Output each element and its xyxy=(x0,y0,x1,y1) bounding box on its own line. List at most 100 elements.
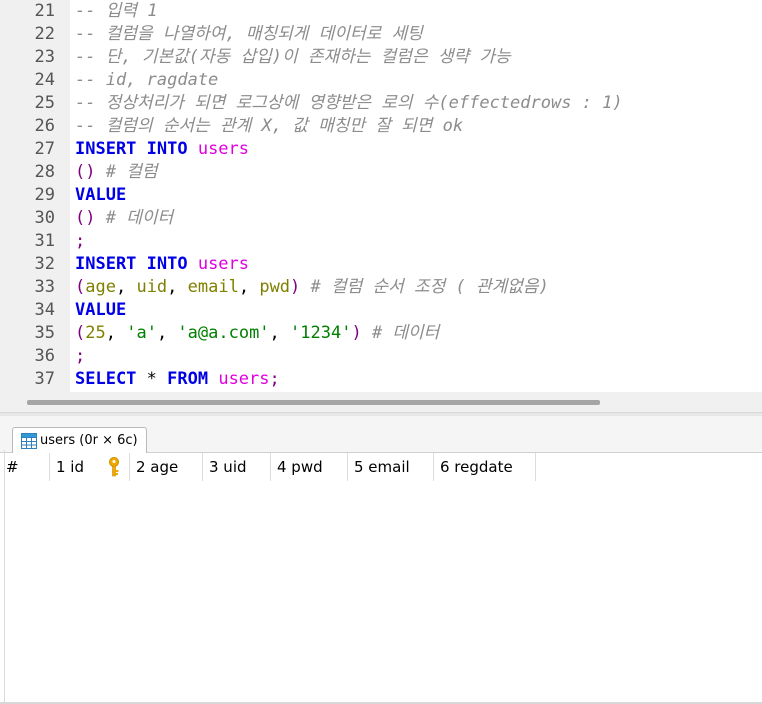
code-line: 34 VALUE xyxy=(0,299,762,322)
line-number: 28 xyxy=(34,162,55,182)
code-token: uid xyxy=(136,277,168,297)
code-token: , xyxy=(156,323,178,343)
code-comment: -- 컬럼의 순서는 관계 X, 값 매칭만 잘 되면 ok xyxy=(75,116,464,136)
column-header-label: 3 uid xyxy=(209,458,247,476)
code-text: ; xyxy=(75,230,85,253)
line-number: 29 xyxy=(34,185,55,205)
line-number: 34 xyxy=(34,300,55,320)
code-token: pwd xyxy=(259,277,291,297)
code-token: , xyxy=(238,277,260,297)
result-tab-label: users (0r × 6c) xyxy=(40,433,138,448)
line-number: 35 xyxy=(34,323,55,343)
column-header[interactable]: 1 id xyxy=(50,453,130,481)
code-token: age xyxy=(85,277,116,297)
code-comment: # 데이터 xyxy=(371,323,440,343)
code-line: 23 -- 단, 기본값(자동 삽입)이 존재하는 컬럼은 생략 가능 xyxy=(0,46,762,69)
code-line: 33 (age, uid, email, pwd) # 컬럼 순서 조정 ( 관계… xyxy=(0,276,762,299)
line-number: 30 xyxy=(34,208,55,228)
sql-keyword: VALUE xyxy=(75,300,127,320)
scrollbar-thumb[interactable] xyxy=(27,400,600,405)
column-header[interactable]: 3 uid xyxy=(203,453,271,481)
sql-editor[interactable]: 21 -- 입력 1 22 -- 컬럼을 나열하여, 매칭되게 데이터로 세팅 23 --… xyxy=(0,0,762,392)
primary-key-icon xyxy=(109,457,119,477)
sql-keyword: INSERT INTO xyxy=(75,254,198,274)
line-number: 26 xyxy=(34,116,55,136)
code-token: () xyxy=(75,162,106,182)
line-number: 31 xyxy=(34,231,55,251)
code-text: INSERT INTO users xyxy=(75,253,249,276)
line-number: 37 xyxy=(34,369,55,389)
code-comment: # 컬럼 순서 조정 ( 관계없음) xyxy=(310,277,549,297)
column-header[interactable]: 5 email xyxy=(348,453,434,481)
line-number: 25 xyxy=(34,93,55,113)
code-text: -- id, ragdate xyxy=(75,69,218,92)
code-comment: -- 입력 1 xyxy=(75,1,158,21)
column-header-label: 4 pwd xyxy=(277,458,323,476)
code-token: , xyxy=(269,323,291,343)
code-token: , xyxy=(115,277,137,297)
code-text: -- 입력 1 xyxy=(75,0,157,23)
code-line: 30 () # 데이터 xyxy=(0,207,762,230)
column-header[interactable]: 4 pwd xyxy=(271,453,348,481)
sql-keyword: FROM xyxy=(167,369,219,389)
code-line: 22 -- 컬럼을 나열하여, 매칭되게 데이터로 세팅 xyxy=(0,23,762,46)
code-line: 29 VALUE xyxy=(0,184,762,207)
code-text: (25, 'a', 'a@a.com', '1234') # 데이터 xyxy=(75,322,439,345)
code-line: 28 () # 컬럼 xyxy=(0,161,762,184)
line-number: 24 xyxy=(34,70,55,90)
code-line: 36; xyxy=(0,345,762,368)
code-text: -- 컬럼의 순서는 관계 X, 값 매칭만 잘 되면 ok xyxy=(75,115,463,138)
code-comment: -- 정상처리가 되면 로그상에 영향받은 로의 수(effectedrows … xyxy=(75,93,623,113)
code-text: (age, uid, email, pwd) # 컬럼 순서 조정 ( 관계없음… xyxy=(75,276,549,299)
code-line: 24 -- id, ragdate xyxy=(0,69,762,92)
column-header-label: 6 regdate xyxy=(440,458,513,476)
line-number: 21 xyxy=(34,1,55,21)
code-line: 35 (25, 'a', 'a@a.com', '1234') # 데이터 xyxy=(0,322,762,345)
sql-keyword: SELECT xyxy=(75,369,147,389)
column-header-label: # xyxy=(6,458,19,476)
result-grid-body[interactable] xyxy=(0,482,762,702)
column-header[interactable]: 2 age xyxy=(130,453,203,481)
code-comment: -- 컬럼을 나열하여, 매칭되게 데이터로 세팅 xyxy=(75,24,423,44)
result-tab-users[interactable]: users (0r × 6c) xyxy=(12,427,147,453)
code-text: -- 컬럼을 나열하여, 매칭되게 데이터로 세팅 xyxy=(75,23,423,46)
code-line: 25 -- 정상처리가 되면 로그상에 영향받은 로의 수(effectedrow… xyxy=(0,92,762,115)
result-grid-header: #1 id 2 age 3 uid 4 pwd 5 email 6 regdate xyxy=(0,453,536,481)
table-grid-icon xyxy=(21,432,37,449)
horizontal-scrollbar[interactable] xyxy=(0,392,762,412)
code-token: ( xyxy=(75,277,86,297)
table-name: users xyxy=(218,369,270,389)
result-tab-bar: users (0r × 6c) xyxy=(0,416,762,453)
code-comment: # 데이터 xyxy=(105,208,174,228)
code-token: 'a@a.com' xyxy=(177,323,270,343)
code-token: ) xyxy=(290,277,311,297)
code-text: () # 컬럼 xyxy=(75,161,157,184)
code-token: ; xyxy=(269,369,280,389)
code-text: -- 정상처리가 되면 로그상에 영향받은 로의 수(effectedrows … xyxy=(75,92,623,115)
result-panel: users (0r × 6c) #1 id 2 age 3 uid 4 pwd 5 em… xyxy=(0,416,762,704)
column-header[interactable]: 6 regdate xyxy=(434,453,536,481)
code-token: , xyxy=(167,277,188,297)
column-header[interactable]: # xyxy=(0,453,50,481)
code-token: ; xyxy=(75,346,86,366)
code-token: () xyxy=(75,208,106,228)
code-token: 25 xyxy=(85,323,106,343)
column-header-label: 1 id xyxy=(56,458,85,476)
code-text: ; xyxy=(75,345,85,368)
column-header-label: 5 email xyxy=(354,458,410,476)
code-text: SELECT * FROM users; xyxy=(75,368,280,391)
code-token: ( xyxy=(75,323,86,343)
code-text: VALUE xyxy=(75,299,126,322)
column-header-label: 2 age xyxy=(136,458,179,476)
code-token: email xyxy=(187,277,239,297)
line-number: 32 xyxy=(34,254,55,274)
code-line: 27 INSERT INTO users xyxy=(0,138,762,161)
code-token: '1234' xyxy=(290,323,352,343)
code-text: -- 단, 기본값(자동 삽입)이 존재하는 컬럼은 생략 가능 xyxy=(75,46,511,69)
code-comment: -- id, ragdate xyxy=(75,70,219,90)
code-token: * xyxy=(146,369,168,389)
code-text: () # 데이터 xyxy=(75,207,173,230)
line-number: 23 xyxy=(34,47,55,67)
table-name: users xyxy=(197,254,250,274)
line-number: 33 xyxy=(34,277,55,297)
